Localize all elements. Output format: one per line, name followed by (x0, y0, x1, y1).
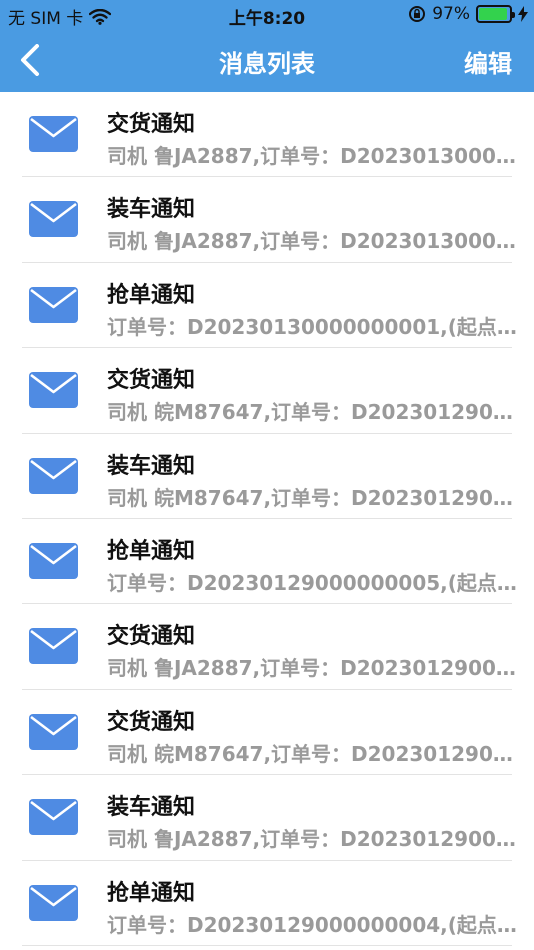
message-item[interactable]: 抢单通知 订单号：D20230130000000001,(起点... (0, 263, 534, 349)
message-title: 抢单通知 (107, 282, 196, 308)
mail-icon (29, 372, 78, 409)
message-title: 装车通知 (107, 453, 196, 479)
message-item[interactable]: 装车通知 司机 皖M87647,订单号：D2023012900000005 (0, 434, 534, 520)
message-subtitle: 司机 鲁JA2887,订单号：D2023012900000004 (107, 656, 517, 681)
edit-button[interactable]: 编辑 (464, 44, 512, 79)
nav-bar: 消息列表 编辑 (0, 30, 534, 92)
message-item[interactable]: 抢单通知 订单号：D20230129000000005,(起点... (0, 519, 534, 605)
mail-icon (29, 116, 78, 152)
message-subtitle: 司机 鲁JA2887,订单号：D2023012900000004 (107, 827, 517, 852)
message-list: 交货通知 司机 鲁JA2887,订单号：D2023013000000001 装车… (0, 92, 534, 947)
message-item[interactable]: 交货通知 司机 皖M87647,订单号：D2023012900000005 (0, 348, 534, 434)
message-item[interactable]: 交货通知 司机 鲁JA2887,订单号：D2023013000000001 (0, 92, 534, 178)
message-subtitle: 司机 皖M87647,订单号：D2023012900000005 (107, 485, 517, 510)
message-title: 抢单通知 (107, 538, 196, 564)
message-subtitle: 订单号：D20230129000000004,(起点... (107, 912, 517, 937)
message-item[interactable]: 装车通知 司机 鲁JA2887,订单号：D2023013000000001 (0, 177, 534, 264)
status-right: 97% (408, 4, 528, 24)
message-subtitle: 司机 鲁JA2887,订单号：D2023013000000001 (107, 229, 517, 254)
message-subtitle: 司机 皖M87647,订单号：D2023012900000004 (107, 741, 517, 766)
orientation-lock-icon (409, 6, 426, 22)
mail-icon (29, 286, 78, 323)
mail-icon (29, 799, 78, 836)
message-subtitle: 司机 鲁JA2887,订单号：D2023013000000001 (107, 144, 517, 168)
mail-icon (29, 457, 78, 494)
page-title: 消息列表 (219, 50, 315, 78)
mail-icon (29, 884, 78, 921)
message-item[interactable]: 装车通知 司机 鲁JA2887,订单号：D2023012900000004 (0, 775, 534, 861)
message-subtitle: 订单号：D20230129000000005,(起点... (107, 570, 517, 595)
message-title: 抢单通知 (107, 880, 196, 906)
header-bar: 无 SIM 卡 上午8:20 97% 消息列表 编辑 (0, 0, 534, 92)
status-bar: 无 SIM 卡 上午8:20 97% (0, 0, 534, 30)
charging-icon (518, 6, 528, 22)
message-item[interactable]: 交货通知 司机 皖M87647,订单号：D2023012900000004 (0, 690, 534, 776)
mail-icon (29, 201, 78, 238)
message-title: 交货通知 (107, 112, 196, 137)
message-title: 装车通知 (107, 197, 196, 223)
mail-icon (29, 713, 78, 750)
battery-percent: 97% (432, 4, 470, 24)
message-title: 交货通知 (107, 709, 196, 735)
message-title: 交货通知 (107, 624, 196, 650)
battery-icon (476, 5, 515, 23)
message-subtitle: 订单号：D20230130000000001,(起点... (107, 314, 517, 339)
battery-fill (479, 8, 508, 20)
mail-icon (29, 542, 78, 579)
message-subtitle: 司机 皖M87647,订单号：D2023012900000005 (107, 400, 517, 425)
mail-icon (29, 628, 78, 665)
message-title: 装车通知 (107, 795, 196, 821)
message-item[interactable]: 交货通知 司机 鲁JA2887,订单号：D2023012900000004 (0, 604, 534, 691)
message-item[interactable]: 抢单通知 订单号：D20230129000000004,(起点... (0, 861, 534, 947)
message-title: 交货通知 (107, 368, 196, 394)
